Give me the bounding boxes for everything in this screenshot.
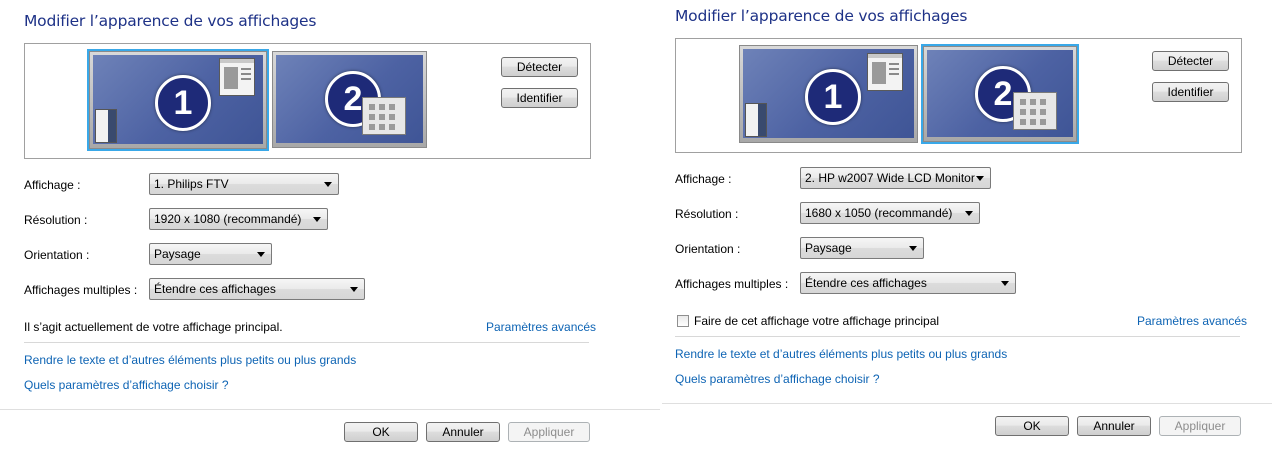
control-panel-thumbnail-icon xyxy=(362,97,406,135)
orientation-label: Orientation : xyxy=(24,248,90,262)
orientation-select-value: Paysage xyxy=(154,247,201,261)
display-select-value: 2. HP w2007 Wide LCD Monitor xyxy=(805,171,975,185)
resolution-select[interactable]: 1680 x 1050 (recommandé) xyxy=(800,202,980,224)
primary-display-checkbox-label[interactable]: Faire de cet affichage votre affichage p… xyxy=(694,314,939,328)
apply-button[interactable]: Appliquer xyxy=(1159,416,1241,436)
identify-button[interactable]: Identifier xyxy=(1152,82,1229,102)
primary-display-checkbox[interactable] xyxy=(677,315,689,327)
multiple-displays-label: Affichages multiples : xyxy=(675,277,789,291)
display-label: Affichage : xyxy=(675,172,732,186)
cancel-button[interactable]: Annuler xyxy=(1077,416,1151,436)
monitor-1-thumbnail[interactable]: 1 xyxy=(87,49,269,151)
orientation-label: Orientation : xyxy=(675,242,741,256)
chevron-down-icon xyxy=(324,182,332,187)
display-label: Affichage : xyxy=(24,178,81,192)
divider xyxy=(24,342,589,343)
resolution-label: Résolution : xyxy=(675,207,739,221)
resolution-select-value: 1680 x 1050 (recommandé) xyxy=(805,206,953,220)
monitor-number-badge: 1 xyxy=(805,69,861,125)
primary-display-status: Il s’agit actuellement de votre affichag… xyxy=(24,320,283,334)
detect-button[interactable]: Détecter xyxy=(1152,51,1229,71)
chevron-down-icon xyxy=(965,211,973,216)
resolution-select-value: 1920 x 1080 (recommandé) xyxy=(154,212,302,226)
ok-button[interactable]: OK xyxy=(344,422,418,442)
monitor-number-badge: 1 xyxy=(155,75,211,131)
chevron-down-icon xyxy=(257,252,265,257)
window-thumbnail-icon xyxy=(219,58,255,96)
resolution-select[interactable]: 1920 x 1080 (recommandé) xyxy=(149,208,328,230)
footer-divider xyxy=(662,403,1272,404)
display-select-value: 1. Philips FTV xyxy=(154,177,229,191)
resolution-label: Résolution : xyxy=(24,213,88,227)
text-size-link[interactable]: Rendre le texte et d’autres éléments plu… xyxy=(24,353,356,367)
which-settings-link[interactable]: Quels paramètres d’affichage choisir ? xyxy=(675,372,880,386)
multiple-displays-select-value: Étendre ces affichages xyxy=(154,282,276,296)
multiple-displays-select-value: Étendre ces affichages xyxy=(805,276,927,290)
orientation-select[interactable]: Paysage xyxy=(800,237,924,259)
control-panel-thumbnail-icon xyxy=(1013,92,1057,130)
monitor-preview-area: 1 2 Détecter Identifier xyxy=(675,38,1242,153)
orientation-select-value: Paysage xyxy=(805,241,852,255)
monitor-preview-area: 1 2 Détecter Identifier xyxy=(24,43,591,159)
multiple-displays-select[interactable]: Étendre ces affichages xyxy=(149,278,365,300)
page-title: Modifier l’apparence de vos affichages xyxy=(24,12,317,30)
chevron-down-icon xyxy=(350,287,358,292)
text-size-link[interactable]: Rendre le texte et d’autres éléments plu… xyxy=(675,347,1007,361)
orientation-select[interactable]: Paysage xyxy=(149,243,272,265)
monitor-screen: 2 xyxy=(276,55,423,143)
advanced-settings-link[interactable]: Paramètres avancés xyxy=(486,320,596,334)
chevron-down-icon xyxy=(313,217,321,222)
window-thumbnail-icon xyxy=(867,53,903,91)
monitor-screen: 1 xyxy=(93,55,263,144)
advanced-settings-link[interactable]: Paramètres avancés xyxy=(1137,314,1247,328)
cancel-button[interactable]: Annuler xyxy=(426,422,500,442)
monitor-screen: 2 xyxy=(927,50,1073,137)
start-menu-icon xyxy=(95,109,117,143)
ok-button[interactable]: OK xyxy=(995,416,1069,436)
display-select[interactable]: 1. Philips FTV xyxy=(149,173,339,195)
display-select[interactable]: 2. HP w2007 Wide LCD Monitor xyxy=(800,167,991,189)
chevron-down-icon xyxy=(976,176,984,181)
start-menu-icon xyxy=(745,103,767,137)
footer-divider xyxy=(0,409,660,410)
divider xyxy=(675,336,1240,337)
monitor-1-thumbnail[interactable]: 1 xyxy=(739,45,918,143)
multiple-displays-label: Affichages multiples : xyxy=(24,283,138,297)
right-display-settings-panel: Modifier l’apparence de vos affichages 1 xyxy=(662,0,1272,456)
chevron-down-icon xyxy=(1001,281,1009,286)
detect-button[interactable]: Détecter xyxy=(501,57,578,77)
monitor-screen: 1 xyxy=(743,49,914,138)
monitor-2-thumbnail[interactable]: 2 xyxy=(921,44,1079,144)
multiple-displays-select[interactable]: Étendre ces affichages xyxy=(800,272,1016,294)
identify-button[interactable]: Identifier xyxy=(501,88,578,108)
monitor-2-thumbnail[interactable]: 2 xyxy=(272,51,427,148)
left-display-settings-panel: Modifier l’apparence de vos affichages 1 xyxy=(0,0,660,456)
page-title: Modifier l’apparence de vos affichages xyxy=(675,7,968,25)
which-settings-link[interactable]: Quels paramètres d’affichage choisir ? xyxy=(24,378,229,392)
apply-button[interactable]: Appliquer xyxy=(508,422,590,442)
chevron-down-icon xyxy=(909,246,917,251)
